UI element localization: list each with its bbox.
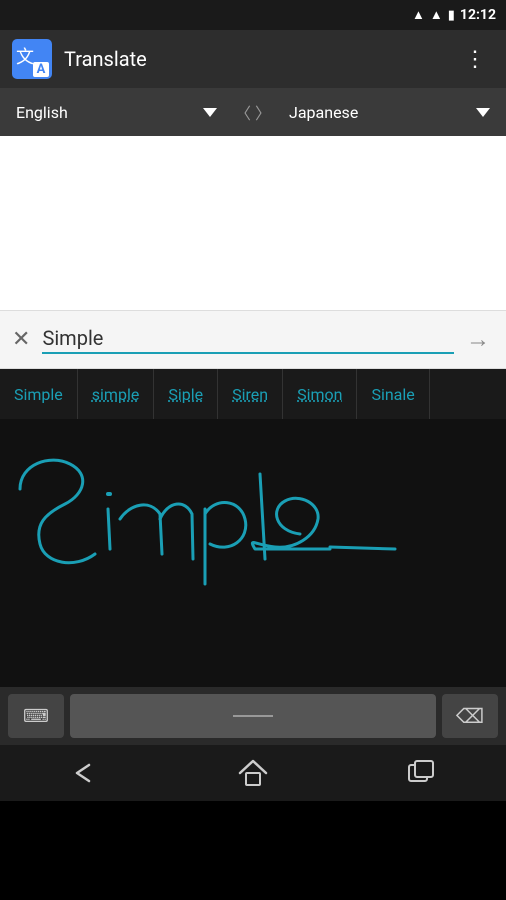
suggestion-item[interactable]: Siren <box>218 369 283 419</box>
suggestion-item[interactable]: Simple <box>0 369 78 419</box>
target-language-label: Japanese <box>289 103 358 122</box>
swap-left-bracket: 〈 <box>235 100 251 124</box>
recent-apps-button[interactable] <box>392 753 452 793</box>
keyboard-bar: ⌨ ⌫ <box>0 687 506 745</box>
suggestion-item[interactable]: Simon <box>283 369 357 419</box>
battery-icon: ▮ <box>448 8 455 23</box>
handwriting-svg <box>0 419 506 687</box>
spacebar-button[interactable] <box>70 694 436 738</box>
status-icons: ▲ ▲ ▮ 12:12 <box>412 7 496 23</box>
suggestion-item[interactable]: Sinale <box>357 369 429 419</box>
backspace-icon: ⌫ <box>456 704 484 728</box>
translation-output-area <box>0 136 506 311</box>
recent-apps-icon <box>407 759 437 787</box>
logo-char1: 文 <box>16 43 34 69</box>
language-bar: English 〈 〉 Japanese <box>0 88 506 136</box>
back-button[interactable] <box>54 753 114 793</box>
home-icon <box>238 759 268 787</box>
keyboard-icon: ⌨ <box>23 706 49 727</box>
home-button[interactable] <box>223 753 283 793</box>
source-language-selector[interactable]: English <box>8 103 225 122</box>
back-icon <box>69 761 99 785</box>
app-title: Translate <box>64 47 456 71</box>
submit-button[interactable]: → <box>462 321 494 358</box>
suggestion-item[interactable]: Siple <box>154 369 218 419</box>
handwriting-input[interactable]: Simple <box>42 326 454 354</box>
app-logo: 文 A <box>12 39 52 79</box>
logo-char2: A <box>33 62 49 77</box>
target-lang-arrow-icon <box>476 108 490 117</box>
swap-languages-button[interactable]: 〈 〉 <box>225 100 281 124</box>
backspace-button[interactable]: ⌫ <box>442 694 498 738</box>
nav-bar <box>0 745 506 801</box>
keyboard-toggle-button[interactable]: ⌨ <box>8 694 64 738</box>
app-bar: 文 A Translate ⋮ <box>0 30 506 88</box>
source-lang-arrow-icon <box>203 108 217 117</box>
wifi-icon: ▲ <box>412 7 425 23</box>
suggestions-row: Simple simple Siple Siren Simon Sinale <box>0 369 506 419</box>
suggestion-item[interactable]: simple <box>78 369 155 419</box>
overflow-menu-button[interactable]: ⋮ <box>456 39 494 80</box>
status-bar: ▲ ▲ ▮ 12:12 <box>0 0 506 30</box>
signal-icon: ▲ <box>430 7 443 23</box>
status-time: 12:12 <box>460 7 496 23</box>
clear-button[interactable]: ✕ <box>12 323 38 356</box>
source-language-label: English <box>16 103 68 122</box>
swap-right-bracket: 〉 <box>255 100 271 124</box>
input-row: ✕ Simple → <box>0 311 506 369</box>
target-language-selector[interactable]: Japanese <box>281 103 498 122</box>
handwriting-canvas[interactable] <box>0 419 506 687</box>
spacebar-line <box>233 715 273 717</box>
